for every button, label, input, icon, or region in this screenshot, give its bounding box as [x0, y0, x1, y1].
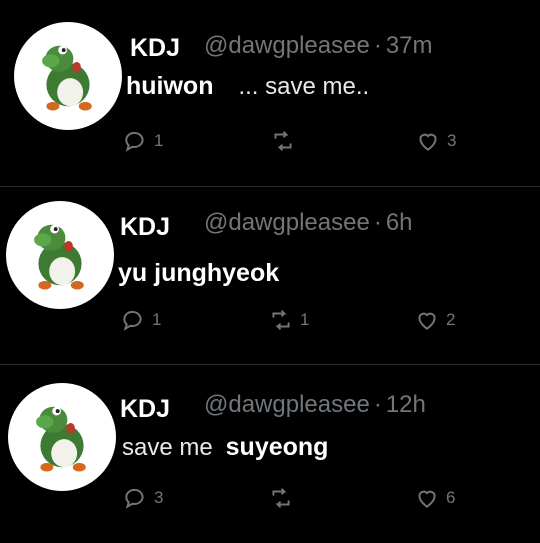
heart-icon	[418, 312, 436, 330]
heart-icon	[419, 133, 437, 151]
overlay-caption: huiwon	[126, 72, 214, 100]
like-count: 3	[447, 131, 457, 150]
reply-icon	[123, 310, 142, 331]
handle[interactable]: @dawgpleasee	[204, 209, 370, 236]
overlay-caption: yu junghyeok	[118, 259, 280, 287]
tweet-text: yu junghyeok	[118, 259, 279, 288]
retweet-count: 1	[300, 310, 310, 329]
avatar[interactable]	[14, 22, 122, 130]
timestamp[interactable]: 6h	[386, 209, 413, 236]
like-count: 2	[446, 310, 456, 329]
retweet-icon	[274, 131, 292, 151]
tweet-text: save me suyeong	[122, 433, 328, 462]
heart-icon	[418, 490, 436, 508]
timestamp[interactable]: 12h	[386, 391, 426, 418]
like-button[interactable]: 2	[414, 307, 455, 333]
yoshi-avatar-icon	[34, 224, 84, 290]
retweet-button[interactable]	[268, 485, 300, 511]
display-name[interactable]: KDJ	[120, 213, 170, 242]
handle-timestamp[interactable]: @dawgpleasee · 6h	[204, 209, 413, 237]
avatar[interactable]	[6, 201, 114, 309]
tweet-body: ... save me..	[238, 73, 370, 100]
retweet-icon	[272, 310, 290, 330]
yoshi-avatar-icon	[42, 45, 92, 111]
tweet-1[interactable]: KDJ @dawgpleasee · 37m huiwon ... save me.…	[0, 0, 540, 185]
avatar[interactable]	[8, 383, 116, 491]
reply-button[interactable]: 1	[122, 128, 163, 154]
tweet-text: huiwon ... save me..	[126, 72, 369, 101]
reply-count: 1	[152, 310, 162, 329]
reply-count: 1	[154, 131, 164, 150]
reply-count: 3	[154, 488, 164, 507]
yoshi-avatar-icon	[36, 406, 86, 472]
display-name[interactable]: KDJ	[120, 395, 170, 424]
retweet-button[interactable]	[270, 128, 302, 154]
tweet-body: save me	[122, 434, 213, 461]
handle[interactable]: @dawgpleasee	[204, 391, 370, 418]
timestamp[interactable]: 37m	[386, 32, 433, 59]
tweet-feed: KDJ @dawgpleasee · 37m huiwon ... save me.…	[0, 0, 540, 543]
overlay-caption: suyeong	[225, 433, 329, 461]
reply-button[interactable]: 1	[120, 307, 161, 333]
retweet-button[interactable]: 1	[268, 307, 309, 333]
separator: ·	[373, 391, 382, 418]
tweet-2[interactable]: KDJ @dawgpleasee · 6h yu junghyeok 1 1 2	[0, 187, 540, 363]
handle-timestamp[interactable]: @dawgpleasee · 37m	[204, 32, 433, 60]
separator: ·	[373, 209, 382, 236]
reply-button[interactable]: 3	[122, 485, 163, 511]
separator: ·	[373, 32, 382, 59]
like-button[interactable]: 3	[415, 128, 456, 154]
reply-icon	[125, 488, 144, 509]
like-button[interactable]: 6	[414, 485, 455, 511]
like-count: 6	[446, 488, 456, 507]
handle[interactable]: @dawgpleasee	[204, 32, 370, 59]
reply-icon	[125, 131, 144, 152]
handle-timestamp[interactable]: @dawgpleasee · 12h	[204, 391, 426, 419]
display-name[interactable]: KDJ	[130, 34, 180, 63]
tweet-3[interactable]: KDJ @dawgpleasee · 12h save me suyeong 3 6	[0, 365, 540, 543]
retweet-icon	[272, 488, 290, 508]
